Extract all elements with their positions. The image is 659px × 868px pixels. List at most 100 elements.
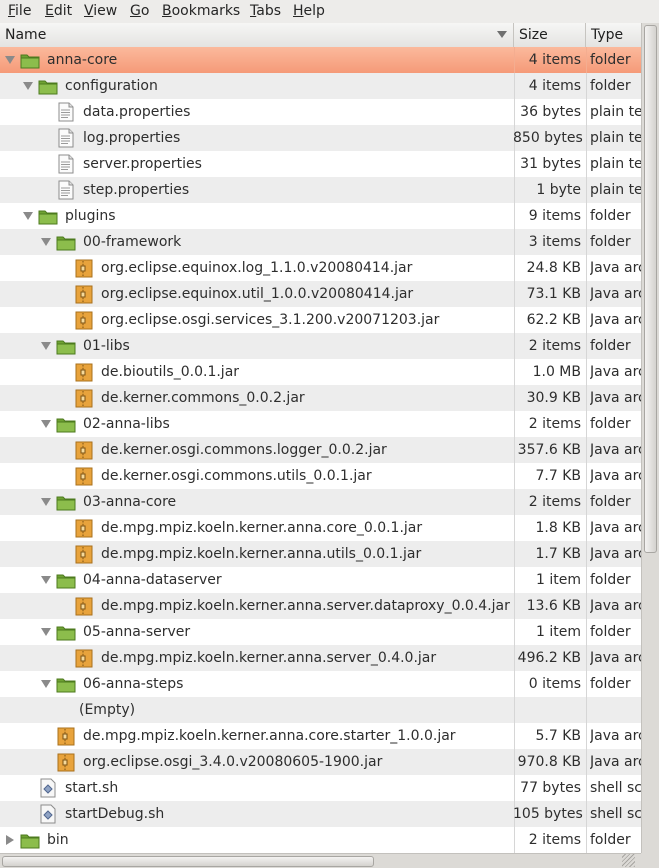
item-size: 4 items xyxy=(528,78,581,94)
column-separator xyxy=(586,489,587,515)
file-row-startdebug-sh[interactable]: startDebug.sh 105 bytes shell script xyxy=(0,801,641,827)
expander-open-icon[interactable] xyxy=(41,628,51,636)
column-separator xyxy=(586,307,587,333)
type-column-header[interactable]: Type xyxy=(586,23,641,47)
horizontal-scrollbar[interactable] xyxy=(0,853,641,868)
file-row-log-properties[interactable]: log.properties 850 bytes plain text docume… xyxy=(0,125,641,151)
item-size: 9 items xyxy=(528,208,581,224)
name-column-header[interactable]: Name xyxy=(0,23,514,47)
file-row-server-properties[interactable]: server.properties 31 bytes plain text docu… xyxy=(0,151,641,177)
vertical-scrollbar-thumb[interactable] xyxy=(644,25,657,553)
file-row-de-mpg-mpiz-koeln-kerner-anna-server-0-4-0-jar[interactable]: de.mpg.mpiz.koeln.kerner.anna.server_0.4… xyxy=(0,645,641,671)
vertical-scrollbar[interactable] xyxy=(641,23,659,853)
menu-view[interactable]: View xyxy=(84,3,117,19)
folder-row-plugins[interactable]: plugins 9 items folder xyxy=(0,203,641,229)
item-size: 62.2 KB xyxy=(526,312,581,328)
folder-row-03-anna-core[interactable]: 03-anna-core 2 items folder xyxy=(0,489,641,515)
file-row-de-kerner-osgi-commons-logger-0-0-2-jar[interactable]: de.kerner.osgi.commons.logger_0.0.2.jar 3… xyxy=(0,437,641,463)
file-row-de-mpg-mpiz-koeln-kerner-anna-utils-0-0-1-jar[interactable]: de.mpg.mpiz.koeln.kerner.anna.utils_0.0.… xyxy=(0,541,641,567)
item-name: de.mpg.mpiz.koeln.kerner.anna.utils_0.0.… xyxy=(101,546,422,562)
item-type: Java archive xyxy=(590,286,641,302)
menu-edit[interactable]: Edit xyxy=(45,3,72,19)
file-row-org-eclipse-equinox-util-1-0-0-v20080414-jar[interactable]: org.eclipse.equinox.util_1.0.0.v20080414… xyxy=(0,281,641,307)
column-separator xyxy=(586,73,587,99)
jar-icon xyxy=(74,388,94,408)
item-name: de.kerner.commons_0.0.2.jar xyxy=(101,390,305,406)
file-row-de-kerner-osgi-commons-utils-0-0-1-jar[interactable]: de.kerner.osgi.commons.utils_0.0.1.jar 7.… xyxy=(0,463,641,489)
expander-open-icon[interactable] xyxy=(41,420,51,428)
file-row-de-bioutils-0-0-1-jar[interactable]: de.bioutils_0.0.1.jar 1.0 MB Java archive xyxy=(0,359,641,385)
file-tree: anna-core 4 items folder configuration 4 ite… xyxy=(0,47,641,853)
item-name: 05-anna-server xyxy=(83,624,191,640)
folder-row-05-anna-server[interactable]: 05-anna-server 1 item folder xyxy=(0,619,641,645)
item-size: 1 item xyxy=(536,572,581,588)
folder-row-04-anna-dataserver[interactable]: 04-anna-dataserver 1 item folder xyxy=(0,567,641,593)
column-separator xyxy=(586,333,587,359)
item-size: 2 items xyxy=(528,416,581,432)
folder-row-00-framework[interactable]: 00-framework 3 items folder xyxy=(0,229,641,255)
jar-icon xyxy=(74,596,94,616)
menu-tabs[interactable]: Tabs xyxy=(250,3,281,19)
file-row-de-mpg-mpiz-koeln-kerner-anna-server-dataproxy-0-0-4-jar[interactable]: de.mpg.mpiz.koeln.kerner.anna.server.dat… xyxy=(0,593,641,619)
expander-open-icon[interactable] xyxy=(23,82,33,90)
folder-row-anna-core[interactable]: anna-core 4 items folder xyxy=(0,47,641,73)
expander-open-icon[interactable] xyxy=(41,342,51,350)
folder-icon xyxy=(20,50,40,70)
expander-open-icon[interactable] xyxy=(41,238,51,246)
expander-open-icon[interactable] xyxy=(23,212,33,220)
file-row-de-mpg-mpiz-koeln-kerner-anna-core-starter-1-0-0-jar[interactable]: de.mpg.mpiz.koeln.kerner.anna.core.start… xyxy=(0,723,641,749)
folder-row-configuration[interactable]: configuration 4 items folder xyxy=(0,73,641,99)
expander-open-icon[interactable] xyxy=(41,498,51,506)
item-type: plain text document xyxy=(590,156,641,172)
folder-row-01-libs[interactable]: 01-libs 2 items folder xyxy=(0,333,641,359)
item-type: folder xyxy=(590,572,631,588)
menu-file[interactable]: File xyxy=(8,3,31,19)
item-size: 31 bytes xyxy=(520,156,581,172)
item-type xyxy=(590,697,641,723)
item-name: org.eclipse.equinox.util_1.0.0.v20080414… xyxy=(101,286,414,302)
expander-closed-icon[interactable] xyxy=(6,835,14,845)
file-row-empty[interactable]: (Empty) xyxy=(0,697,641,723)
item-size: 496.2 KB xyxy=(517,650,581,666)
horizontal-scrollbar-thumb[interactable] xyxy=(2,856,374,867)
jar-icon xyxy=(74,544,94,564)
menu-go[interactable]: Go xyxy=(130,3,149,19)
jar-icon xyxy=(56,752,76,772)
folder-row-02-anna-libs[interactable]: 02-anna-libs 2 items folder xyxy=(0,411,641,437)
expander-open-icon[interactable] xyxy=(41,680,51,688)
item-type: shell script xyxy=(590,806,641,822)
file-row-org-eclipse-osgi-3-4-0-v20080605-1900-jar[interactable]: org.eclipse.osgi_3.4.0.v20080605-1900.ja… xyxy=(0,749,641,775)
folder-row-bin[interactable]: bin 2 items folder xyxy=(0,827,641,853)
column-separator xyxy=(586,463,587,489)
file-row-de-kerner-commons-0-0-2-jar[interactable]: de.kerner.commons_0.0.2.jar 30.9 KB Java a… xyxy=(0,385,641,411)
column-separator xyxy=(586,671,587,697)
menu-help[interactable]: Help xyxy=(293,3,325,19)
file-row-org-eclipse-equinox-log-1-1-0-v20080414-jar[interactable]: org.eclipse.equinox.log_1.1.0.v20080414.… xyxy=(0,255,641,281)
file-row-org-eclipse-osgi-services-3-1-200-v20071203-jar[interactable]: org.eclipse.osgi.services_3.1.200.v20071… xyxy=(0,307,641,333)
folder-row-06-anna-steps[interactable]: 06-anna-steps 0 items folder xyxy=(0,671,641,697)
item-name: de.mpg.mpiz.koeln.kerner.anna.core.start… xyxy=(83,728,456,744)
file-row-data-properties[interactable]: data.properties 36 bytes plain text docume… xyxy=(0,99,641,125)
column-separator xyxy=(586,359,587,385)
expander-open-icon[interactable] xyxy=(41,576,51,584)
jar-icon xyxy=(74,466,94,486)
item-type: plain text document xyxy=(590,182,641,198)
folder-icon xyxy=(38,76,58,96)
item-type: Java archive xyxy=(590,598,641,614)
expander-open-icon[interactable] xyxy=(5,56,15,64)
item-name: de.mpg.mpiz.koeln.kerner.anna.core_0.0.1… xyxy=(101,520,423,536)
item-size: 3 items xyxy=(528,234,581,250)
menu-bookmarks[interactable]: Bookmarks xyxy=(162,3,240,19)
column-separator xyxy=(586,47,587,73)
item-type: folder xyxy=(590,676,631,692)
sort-descending-icon xyxy=(497,31,507,38)
column-separator xyxy=(586,385,587,411)
item-size: 77 bytes xyxy=(520,780,581,796)
item-name: de.kerner.osgi.commons.logger_0.0.2.jar xyxy=(101,442,387,458)
size-column-header[interactable]: Size xyxy=(514,23,586,47)
item-size: 30.9 KB xyxy=(526,390,581,406)
file-row-de-mpg-mpiz-koeln-kerner-anna-core-0-0-1-jar[interactable]: de.mpg.mpiz.koeln.kerner.anna.core_0.0.1… xyxy=(0,515,641,541)
file-row-step-properties[interactable]: step.properties 1 byte plain text document xyxy=(0,177,641,203)
file-row-start-sh[interactable]: start.sh 77 bytes shell script xyxy=(0,775,641,801)
resize-grip-icon[interactable] xyxy=(622,854,635,867)
